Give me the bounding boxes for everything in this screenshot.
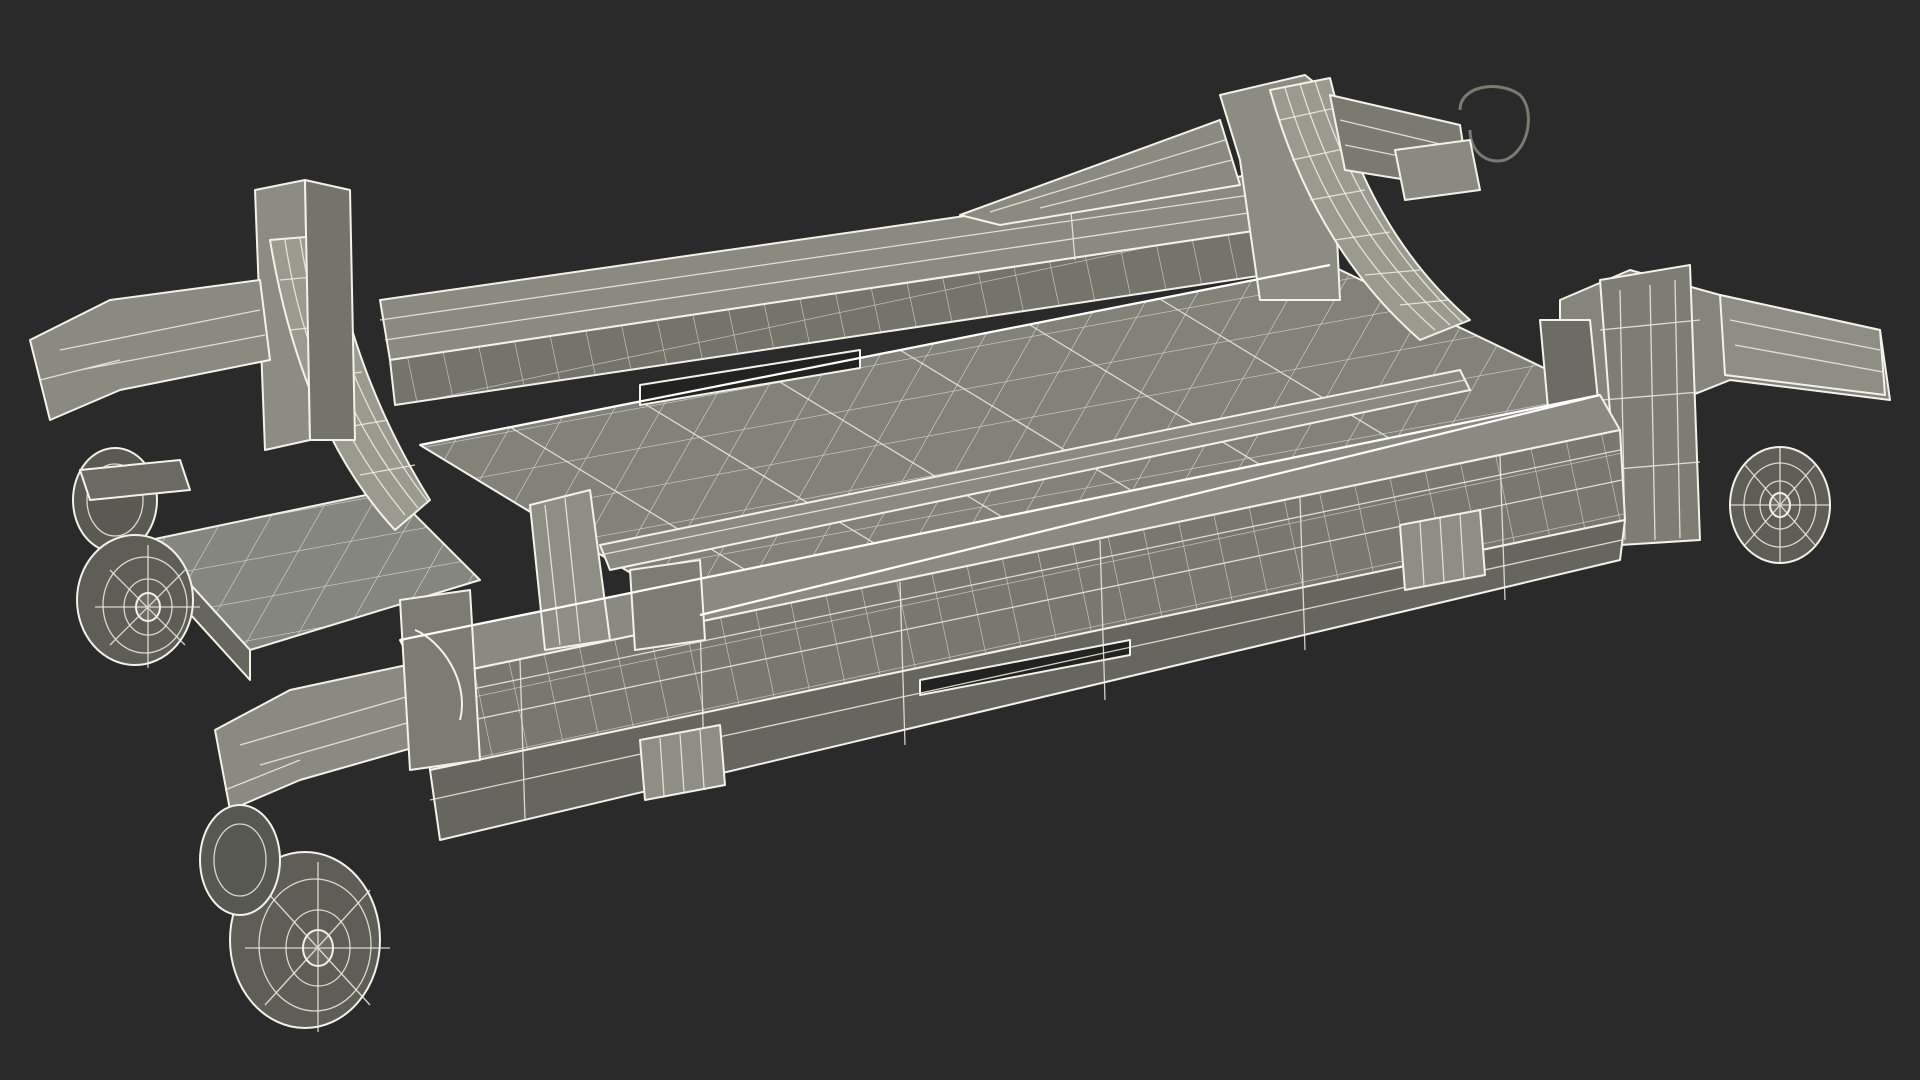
wireframe-cart-illustration [29,74,1891,1032]
front-near-wheel [199,804,390,1032]
front-left-arm [29,279,271,501]
render-viewport [0,0,1920,1080]
rear-right-wheel [1729,446,1831,564]
